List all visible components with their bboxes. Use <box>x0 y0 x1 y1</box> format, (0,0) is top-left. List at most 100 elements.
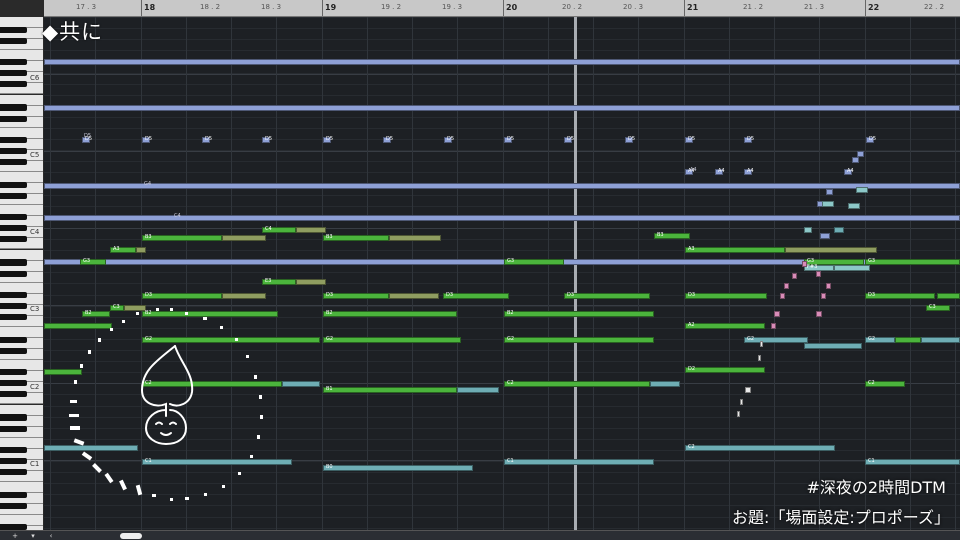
midi-note[interactable] <box>136 247 146 253</box>
midi-note[interactable]: D5 <box>564 136 574 143</box>
midi-note[interactable] <box>389 235 441 241</box>
piano-black-key[interactable] <box>0 70 27 77</box>
midi-note[interactable]: C2 <box>685 444 835 451</box>
midi-note[interactable] <box>820 233 830 239</box>
midi-note[interactable]: C3 <box>926 304 950 311</box>
midi-note[interactable]: E3 <box>262 278 296 285</box>
midi-note[interactable] <box>785 247 877 253</box>
midi-note[interactable] <box>780 293 785 299</box>
midi-note[interactable]: D5 <box>744 136 754 143</box>
midi-note[interactable]: D5 <box>685 136 695 143</box>
piano-black-key[interactable] <box>0 503 27 510</box>
piano-black-key[interactable] <box>0 115 27 122</box>
piano-black-key[interactable] <box>0 26 27 34</box>
midi-note[interactable]: D5 <box>383 136 393 143</box>
midi-note[interactable] <box>222 293 266 299</box>
midi-note[interactable]: C1 <box>865 458 960 465</box>
piano-black-key[interactable] <box>0 147 27 154</box>
midi-note[interactable]: G2 <box>744 336 808 343</box>
midi-note[interactable]: A2 <box>685 322 765 329</box>
midi-note[interactable]: A3 <box>685 246 785 253</box>
midi-note[interactable] <box>457 387 499 393</box>
midi-note[interactable] <box>737 411 740 417</box>
midi-note[interactable]: G2 <box>323 336 461 343</box>
midi-note[interactable]: D5 <box>444 136 454 143</box>
timeline-ruler[interactable]: 18 19 20 21 22 17 . 3 18 . 2 18 . 3 19 .… <box>44 0 960 17</box>
midi-note[interactable]: A4 <box>715 168 725 175</box>
add-track-button[interactable]: + <box>10 532 20 540</box>
piano-black-key[interactable] <box>0 391 27 398</box>
midi-note[interactable] <box>792 273 797 279</box>
midi-note[interactable]: D3 <box>323 292 389 299</box>
menu-button[interactable]: ▾ <box>28 532 38 540</box>
midi-note[interactable] <box>848 203 860 209</box>
midi-note[interactable]: D5 <box>323 136 333 143</box>
midi-note[interactable]: G2 <box>504 336 654 343</box>
piano-black-key[interactable] <box>0 259 27 266</box>
midi-note[interactable] <box>804 227 812 233</box>
midi-note[interactable]: B2 <box>323 310 457 317</box>
midi-note[interactable] <box>44 183 960 189</box>
midi-note[interactable] <box>296 227 326 233</box>
midi-note[interactable] <box>745 387 751 393</box>
piano-black-key[interactable] <box>0 136 27 143</box>
midi-note[interactable] <box>816 271 821 277</box>
piano-black-key[interactable] <box>0 380 27 387</box>
piano-black-key[interactable] <box>0 348 27 355</box>
midi-note[interactable]: D3 <box>443 292 509 299</box>
midi-note[interactable]: D3 <box>564 292 650 299</box>
midi-note[interactable] <box>760 341 763 347</box>
piano-black-key[interactable] <box>0 336 27 344</box>
midi-note[interactable] <box>802 261 807 267</box>
midi-note[interactable] <box>44 59 960 65</box>
midi-note[interactable] <box>784 283 789 289</box>
piano-black-key[interactable] <box>0 38 27 45</box>
piano-black-key[interactable] <box>0 193 27 200</box>
midi-note[interactable]: D3 <box>142 292 222 299</box>
midi-note[interactable] <box>758 355 761 361</box>
piano-black-key[interactable] <box>0 425 27 432</box>
piano-black-key[interactable] <box>0 181 27 189</box>
piano-black-key[interactable] <box>0 491 27 499</box>
piano-black-key[interactable] <box>0 104 27 111</box>
midi-note[interactable]: B1 <box>323 386 457 393</box>
midi-note[interactable]: G3 <box>80 258 106 265</box>
midi-note[interactable] <box>921 337 960 343</box>
midi-note[interactable] <box>296 279 326 285</box>
midi-note[interactable]: A3 <box>110 246 136 253</box>
midi-note[interactable]: C2 <box>865 380 905 387</box>
midi-note[interactable] <box>834 227 844 233</box>
midi-note[interactable] <box>821 293 826 299</box>
piano-black-key[interactable] <box>0 158 27 165</box>
midi-note[interactable]: B3 <box>654 232 690 239</box>
piano-black-key[interactable] <box>0 291 27 298</box>
midi-note[interactable] <box>804 343 862 349</box>
midi-note[interactable] <box>834 265 870 271</box>
midi-note[interactable]: D3 <box>865 292 935 299</box>
midi-note[interactable]: D5 <box>625 136 635 143</box>
midi-note[interactable]: B0 <box>323 464 473 471</box>
midi-note[interactable] <box>816 311 822 317</box>
midi-note[interactable]: C2 <box>504 380 650 387</box>
midi-note[interactable] <box>771 323 776 329</box>
midi-note[interactable]: G3 <box>504 258 564 265</box>
midi-note[interactable] <box>822 201 834 207</box>
piano-black-key[interactable] <box>0 369 27 376</box>
midi-note[interactable]: B3 <box>323 234 389 241</box>
piano-black-key[interactable] <box>0 225 27 232</box>
midi-note[interactable] <box>852 157 859 163</box>
piano-black-key[interactable] <box>0 236 27 243</box>
midi-note[interactable]: A4 <box>744 168 754 175</box>
piano-black-key[interactable] <box>0 302 27 309</box>
piano-keyboard[interactable]: C6 C5 C4 C3 C2 C1 <box>0 0 44 530</box>
piano-black-key[interactable] <box>0 214 27 221</box>
piano-black-key[interactable] <box>0 59 27 66</box>
piano-black-key[interactable] <box>0 270 27 277</box>
midi-note[interactable]: G3 <box>865 258 960 265</box>
midi-note[interactable] <box>222 235 266 241</box>
midi-note[interactable] <box>282 381 320 387</box>
piano-black-key[interactable] <box>0 468 27 475</box>
midi-note[interactable]: D5 <box>866 136 876 143</box>
playhead-cursor[interactable] <box>574 17 577 530</box>
midi-note[interactable]: D3 <box>685 292 767 299</box>
